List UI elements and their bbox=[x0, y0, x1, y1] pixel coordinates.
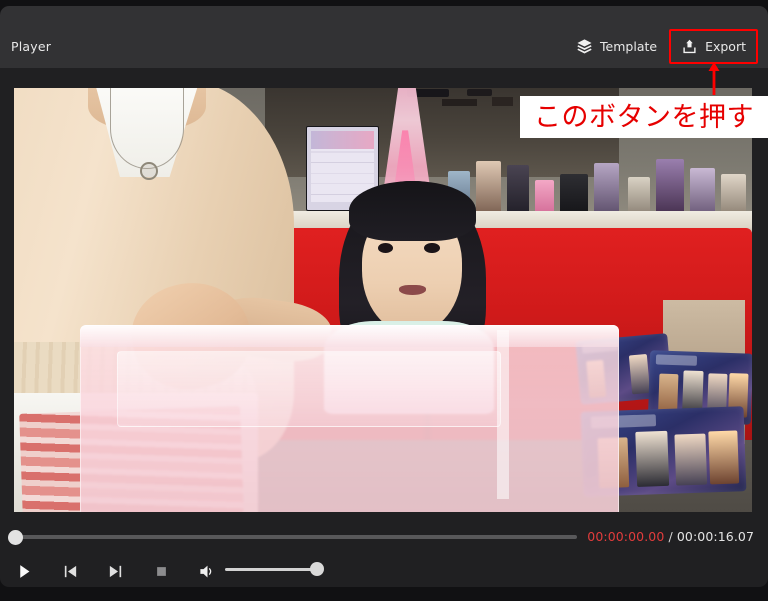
timeline-scrubber-handle[interactable] bbox=[8, 530, 23, 545]
player-header: Player Template Export bbox=[0, 6, 768, 68]
figurine bbox=[655, 158, 684, 216]
figurine bbox=[593, 162, 619, 216]
plastic-container-inner-wall bbox=[117, 350, 502, 428]
bag-character bbox=[674, 432, 707, 486]
bag-character bbox=[635, 430, 670, 487]
template-button-label: Template bbox=[600, 39, 658, 54]
transport-controls: 16:9 bbox=[0, 554, 768, 587]
shelf-compartment bbox=[466, 89, 492, 97]
next-frame-button[interactable] bbox=[99, 557, 131, 587]
upload-icon bbox=[681, 38, 698, 55]
total-time: 00:00:16.07 bbox=[676, 529, 754, 544]
player-window: Player Template Export 00:00:00.00 / 00:… bbox=[0, 0, 768, 601]
child-bangs bbox=[349, 181, 476, 241]
bag-character bbox=[708, 430, 740, 484]
calendar-header-image bbox=[310, 131, 374, 150]
figurine bbox=[559, 173, 588, 216]
player-panel: Player Template Export 00:00:00.00 / 00:… bbox=[0, 6, 768, 587]
play-button[interactable] bbox=[8, 557, 40, 587]
plastic-container-rim bbox=[80, 325, 620, 347]
child-eye-left bbox=[377, 242, 394, 253]
timecode-display: 00:00:00.00 / 00:00:16.07 bbox=[587, 529, 754, 544]
necklace-chain bbox=[109, 88, 184, 169]
annotation-callout: このボタンを押す bbox=[520, 96, 768, 138]
figurine bbox=[720, 173, 746, 216]
template-button[interactable]: Template bbox=[564, 29, 669, 64]
timeline-scrubber[interactable] bbox=[14, 535, 577, 539]
child-eye-right bbox=[424, 242, 440, 253]
shelf-compartment bbox=[442, 98, 478, 106]
video-preview[interactable] bbox=[14, 88, 752, 512]
figurine-row bbox=[442, 156, 752, 216]
skip-previous-icon bbox=[62, 563, 79, 584]
previous-frame-button[interactable] bbox=[54, 557, 86, 587]
annotation-text: このボタンを押す bbox=[534, 101, 754, 133]
volume-slider[interactable] bbox=[225, 568, 315, 571]
necklace-pendant bbox=[140, 162, 158, 180]
time-separator: / bbox=[668, 529, 673, 544]
bag-header-strip bbox=[656, 354, 698, 366]
figurine bbox=[689, 167, 715, 216]
layers-icon bbox=[576, 38, 593, 55]
plastic-container-divider bbox=[497, 329, 510, 500]
up-arrow-icon bbox=[708, 62, 720, 95]
stop-icon bbox=[154, 564, 169, 583]
volume-button[interactable] bbox=[191, 557, 223, 587]
figurine bbox=[476, 160, 501, 216]
skip-next-icon bbox=[107, 563, 124, 584]
figurine bbox=[507, 164, 529, 216]
figurine bbox=[535, 179, 554, 216]
page-title: Player bbox=[11, 39, 52, 54]
speaker-icon bbox=[198, 562, 217, 585]
figurine bbox=[628, 176, 650, 216]
volume-slider-handle[interactable] bbox=[310, 562, 324, 576]
play-icon bbox=[16, 563, 33, 584]
bag-character bbox=[629, 354, 651, 395]
header-actions: Template Export bbox=[564, 29, 758, 64]
video-frame-content bbox=[14, 88, 752, 512]
timeline-row: 00:00:00.00 / 00:00:16.07 bbox=[0, 522, 768, 552]
shelf-compartment bbox=[491, 96, 513, 106]
stop-button[interactable] bbox=[145, 557, 177, 587]
current-time: 00:00:00.00 bbox=[587, 529, 665, 544]
export-button-label: Export bbox=[705, 39, 746, 54]
export-button[interactable]: Export bbox=[669, 29, 758, 64]
